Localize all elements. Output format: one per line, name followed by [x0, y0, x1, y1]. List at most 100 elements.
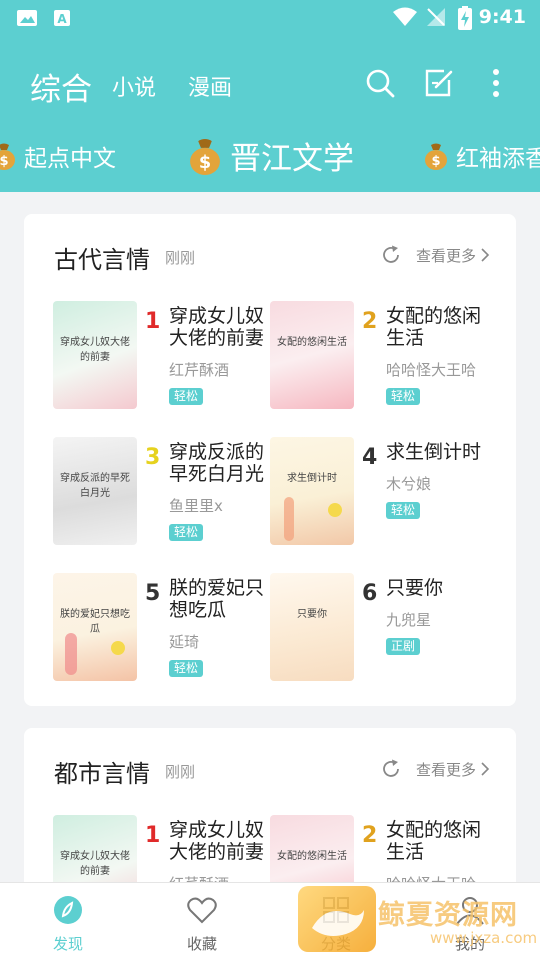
svg-text:$: $	[431, 154, 440, 169]
section-updated-time: 刚刚	[165, 249, 196, 267]
rank-number: 5	[145, 581, 161, 606]
rank-number: 2	[362, 309, 378, 334]
book-author: 延琦	[169, 633, 200, 651]
book-author: 木兮娘	[386, 475, 432, 493]
refresh-icon[interactable]	[380, 244, 402, 266]
cover-title: 女配的悠闲生活	[277, 337, 347, 348]
genre-tag: 正剧	[386, 638, 421, 655]
battery-charging-icon	[458, 6, 472, 30]
watermark-text: 鲸夏资源网	[378, 900, 518, 931]
book-cover[interactable]: 求生倒计时	[270, 437, 354, 545]
book-cover[interactable]: 女配的悠闲生活	[270, 301, 354, 409]
source-label: 晋江文学	[230, 141, 354, 177]
book-cover[interactable]: 穿成反派的早死白月光	[53, 437, 137, 545]
view-more-label: 查看更多	[415, 246, 476, 265]
font-notification-icon: A	[54, 10, 70, 26]
watermark-url: www.jxza.com	[430, 929, 538, 947]
tab-all[interactable]: 综合	[30, 64, 92, 109]
ranking-card: 古代言情 刚刚 查看更多 穿成女儿奴大佬的前妻 1 穿成女儿奴大佬的前妻 红芹酥…	[24, 214, 516, 706]
source-carousel: $ 起点中文 $ 晋江文学 $ 红袖添香	[0, 130, 540, 180]
wifi-icon	[393, 7, 417, 26]
section-title: 古代言情	[54, 246, 150, 274]
book-title: 女配的悠闲生活	[386, 305, 482, 349]
rank-number: 4	[362, 445, 378, 470]
heart-icon	[187, 897, 217, 924]
nav-label: 收藏	[186, 935, 217, 953]
clock: 9:41	[478, 6, 526, 28]
genre-tag: 轻松	[169, 660, 204, 677]
book-item[interactable]: 穿成女儿奴大佬的前妻 1 穿成女儿奴大佬的前妻 红芹酥酒 轻松	[53, 301, 273, 413]
cover-title: 穿成反派的早死白月光	[60, 473, 130, 499]
edit-icon[interactable]	[422, 67, 454, 99]
cover-title: 穿成女儿奴大佬的前妻	[60, 337, 130, 363]
source-label: 红袖添香	[456, 146, 540, 172]
view-more-label: 查看更多	[415, 760, 476, 779]
source-label: 起点中文	[24, 146, 116, 172]
section-updated-time: 刚刚	[165, 763, 196, 781]
book-title: 穿成反派的早死白月光	[169, 441, 265, 485]
ranking-card: 都市言情 刚刚 查看更多 穿成女儿奴大佬的前妻 1 穿成女儿奴大佬的前妻 红芹酥…	[24, 728, 516, 923]
view-more-button[interactable]: 查看更多	[380, 758, 490, 780]
book-title: 穿成女儿奴大佬的前妻	[169, 819, 265, 863]
book-item[interactable]: 朕的爱妃只想吃瓜 5 朕的爱妃只想吃瓜 延琦 轻松	[53, 573, 273, 685]
rank-number: 6	[362, 581, 378, 606]
source-item[interactable]: $ 晋江文学	[188, 133, 354, 178]
book-author: 红芹酥酒	[169, 361, 230, 379]
book-title: 穿成女儿奴大佬的前妻	[169, 305, 265, 349]
book-title: 只要你	[386, 577, 444, 599]
discover-icon	[54, 896, 82, 924]
money-bag-icon: $	[190, 138, 220, 175]
book-title: 求生倒计时	[386, 441, 482, 463]
app-header: A 9:41 综合 小说 漫画 $ 起点中文 $ 晋江文学 $ 红袖添香	[0, 0, 540, 192]
genre-tag: 轻松	[386, 502, 421, 519]
genre-tag: 轻松	[169, 524, 204, 541]
top-nav: 综合 小说 漫画	[0, 56, 540, 112]
cover-title: 女配的悠闲生活	[277, 851, 347, 862]
svg-text:$: $	[0, 154, 9, 169]
tab-novel[interactable]: 小说	[112, 70, 156, 102]
money-bag-icon: $	[0, 143, 15, 170]
book-author: 鱼里里x	[169, 497, 223, 515]
genre-tag: 轻松	[169, 388, 204, 405]
book-cover[interactable]: 穿成女儿奴大佬的前妻	[53, 301, 137, 409]
book-item[interactable]: 只要你 6 只要你 九兜星 正剧	[270, 573, 490, 685]
source-item[interactable]: $ 红袖添香	[424, 139, 540, 173]
view-more-button[interactable]: 查看更多	[380, 244, 490, 266]
nav-label: 发现	[52, 935, 83, 953]
watermark-logo	[298, 886, 376, 952]
source-item[interactable]: $ 起点中文	[0, 139, 116, 173]
rank-number: 2	[362, 823, 378, 848]
book-item[interactable]: 女配的悠闲生活 2 女配的悠闲生活 哈哈怪大王哈 轻松	[270, 301, 490, 413]
rank-number: 1	[145, 823, 161, 848]
more-menu-icon[interactable]	[480, 67, 512, 99]
chevron-right-icon	[481, 762, 490, 776]
book-title: 朕的爱妃只想吃瓜	[169, 577, 265, 621]
status-bar: A 9:41	[0, 0, 540, 36]
book-author: 哈哈怪大王哈	[386, 361, 477, 379]
book-item[interactable]: 求生倒计时 4 求生倒计时 木兮娘 轻松	[270, 437, 490, 549]
search-icon[interactable]	[364, 67, 396, 99]
book-cover[interactable]: 朕的爱妃只想吃瓜	[53, 573, 137, 681]
book-author: 九兜星	[386, 611, 432, 629]
book-item[interactable]: 穿成反派的早死白月光 3 穿成反派的早死白月光 鱼里里x 轻松	[53, 437, 273, 549]
chevron-right-icon	[481, 248, 490, 262]
rank-number: 1	[145, 309, 161, 334]
nav-favorites[interactable]: 收藏	[152, 883, 252, 960]
svg-text:A: A	[57, 12, 67, 26]
cover-title: 只要你	[297, 609, 327, 620]
svg-text:$: $	[199, 153, 211, 173]
genre-tag: 轻松	[386, 388, 421, 405]
cover-title: 求生倒计时	[287, 473, 337, 484]
tab-comic[interactable]: 漫画	[188, 70, 232, 102]
book-title: 女配的悠闲生活	[386, 819, 482, 863]
whale-logo-icon	[312, 910, 364, 936]
money-bag-icon: $	[425, 143, 447, 170]
refresh-icon[interactable]	[380, 758, 402, 780]
no-signal-icon	[427, 8, 445, 26]
section-title: 都市言情	[54, 760, 150, 788]
gallery-notification-icon	[17, 10, 37, 26]
rank-number: 3	[145, 445, 161, 470]
nav-discover[interactable]: 发现	[18, 883, 118, 960]
cover-title: 穿成女儿奴大佬的前妻	[60, 851, 130, 877]
book-cover[interactable]: 只要你	[270, 573, 354, 681]
